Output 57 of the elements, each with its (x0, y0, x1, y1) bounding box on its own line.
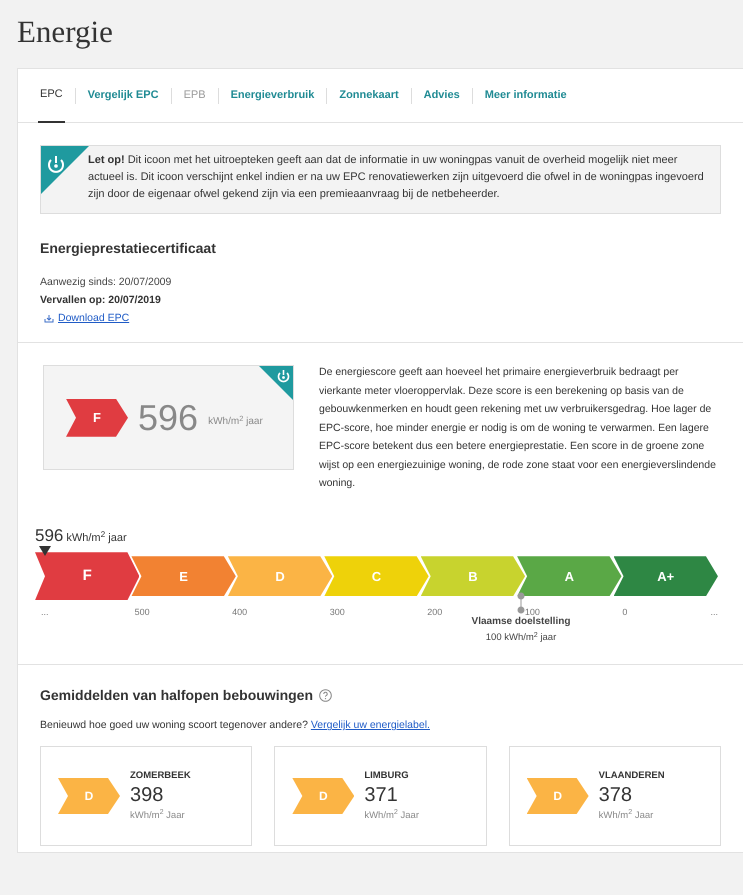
intro-text: Benieuwd hoe goed uw woning scoort tegenover andere? (40, 719, 308, 732)
average-value: 371 (364, 783, 399, 807)
score-unit: kWh/m$^{2}$ jaar (208, 414, 263, 430)
tab[interactable]: Meer informatie (482, 68, 569, 122)
scale-unit: kWh/m$^{2}$ jaar (66, 530, 127, 546)
tab[interactable]: Vergelijk EPC (86, 68, 161, 122)
scale-segment: B (420, 556, 526, 596)
average-value: 398 (130, 783, 164, 807)
download-link[interactable]: Download EPC (58, 310, 130, 326)
section-heading: Energieprestatiecertificaat (40, 239, 217, 258)
scale-value: 596 (35, 524, 64, 547)
help-icon[interactable] (319, 689, 332, 702)
scale-tick: 300 (330, 606, 345, 620)
average-unit: kWh/m$^{2}$ Jaar (598, 809, 654, 823)
grade-badge: F (66, 398, 128, 437)
score-value: 596 (138, 396, 198, 440)
score-description: De energiescore geeft aan hoeveel het primaire energieverbruik bedraagt per vierkante meter vloeroppervlak. Deze score is een berekening op basis van de gebouwkenmerken en houdt geen rekening met uw verbruikersgedrag. Hoe lager de EPC-score, hoe minder energie er nodig is om de woning te verwarmen. Een lagere EPC-score betekent dus een betere energieprestatie. Een score in de groene zone wijst op een energiezuinige woning, de rode zone staat voor een energieverslindende woning. (319, 365, 717, 492)
average-unit: kWh/m$^{2}$ Jaar (364, 809, 419, 823)
tab[interactable]: Energieverbruik (228, 68, 316, 122)
average-value: 378 (598, 783, 634, 807)
grade-badge: D (292, 778, 354, 814)
corner-badge (41, 146, 89, 194)
tab[interactable]: Zonnekaart (337, 68, 401, 122)
value-marker (39, 546, 51, 556)
scale-tick: 100 (524, 606, 540, 618)
scale-segment: D (228, 556, 332, 596)
download-icon (44, 314, 54, 323)
region-name: VLAANDEREN (598, 768, 665, 783)
warning-icon (278, 370, 290, 383)
scale-tick: 400 (232, 606, 248, 620)
average-unit: kWh/m$^{2}$ Jaar (130, 809, 186, 823)
tab[interactable]: Advies (422, 68, 462, 122)
expiry-text: Vervallen op: 20/07/2019 (40, 292, 162, 308)
grade-badge: D (58, 778, 120, 814)
scale-tick: 0 (622, 606, 628, 620)
scale-tick: ... (41, 606, 49, 620)
scale-segment: A (517, 556, 622, 596)
section-heading: Gemiddelden van halfopen bebouwingen (40, 686, 314, 706)
scale-segment: A+ (614, 556, 718, 596)
target-marker (516, 592, 526, 614)
grade-badge: D (526, 778, 589, 814)
scale-tick: ... (710, 606, 718, 620)
region-name: ZOMERBEEK (130, 768, 191, 783)
compare-link[interactable]: Vergelijk uw energielabel. (310, 719, 430, 732)
target-label: Vlaamse doelstelling (472, 616, 570, 630)
scale-segment: E (131, 556, 236, 596)
page-title: Energie (17, 13, 114, 51)
tab[interactable]: EPC (38, 68, 65, 122)
target-value: 100 kWh/m$^{2}$ jaar (486, 631, 556, 646)
scale-tick: 200 (427, 606, 442, 620)
scale-segment: F (35, 552, 140, 600)
warning-icon (48, 156, 64, 173)
scale-tick: 500 (134, 606, 150, 620)
alert-text: Let op! Dit icoon met het uitroepteken geeft aan dat de informatie in uw woningpas vanuit de overheid mogelijk niet meer actueel is. Dit icoon verschijnt enkel indien er na uw EPC renovatiewerken zijn uitgevoerd die ofwel in de woningpas ingevoerd zijn door de eigenaar ofwel gekend zijn via een premieaanvraag bij de netbeheerder. (88, 153, 705, 202)
region-name: LIMBURG (364, 768, 410, 783)
present-since-text: Aanwezig sinds: 20/07/2009 (40, 275, 172, 290)
scale-segment: C (324, 556, 429, 596)
